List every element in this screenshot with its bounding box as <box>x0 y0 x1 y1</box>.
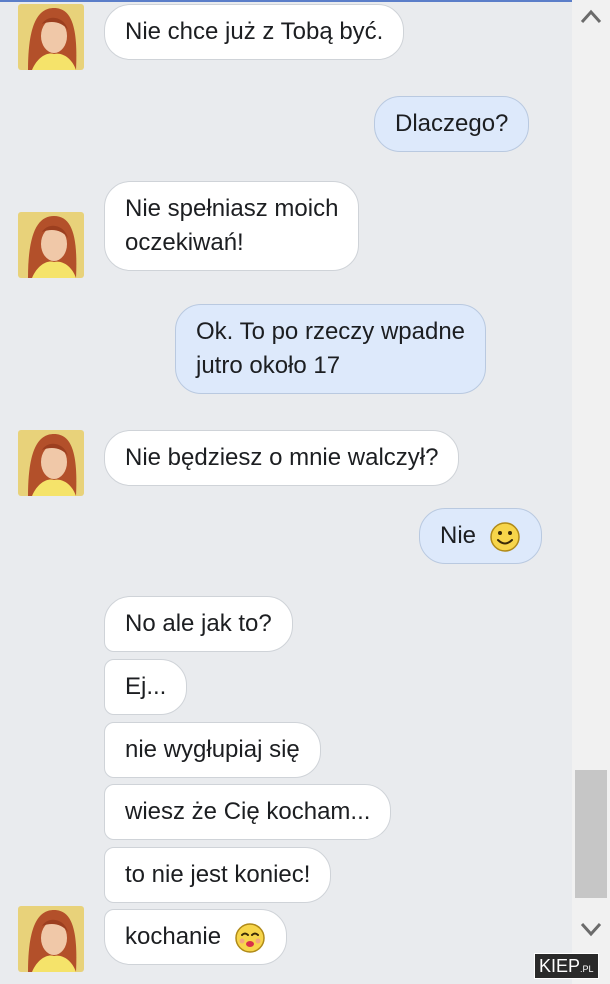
watermark-text: KIEP <box>539 956 581 976</box>
incoming-message: No ale jak to? <box>104 596 293 652</box>
message-text: Nie będziesz o mnie walczył? <box>125 444 439 471</box>
incoming-message: wiesz że Cię kocham... <box>104 784 392 840</box>
chat-thread[interactable]: Nie chce już z Tobą być. Dlaczego? Nie s… <box>0 0 572 984</box>
message-text: No ale jak to? <box>125 610 272 637</box>
contact-avatar[interactable] <box>18 906 84 972</box>
avatar-photo <box>18 4 84 70</box>
incoming-message: Nie będziesz o mnie walczył? <box>104 430 460 486</box>
message-line: jutro około 17 <box>196 352 341 379</box>
message-line: oczekiwań! <box>125 229 244 256</box>
message-text: Ej... <box>125 673 167 700</box>
avatar-photo <box>18 212 84 278</box>
scrollbar-thumb[interactable] <box>575 770 607 898</box>
incoming-message: Ej... <box>104 659 188 715</box>
incoming-message: Nie spełniasz moich oczekiwań! <box>104 181 360 271</box>
outgoing-message: Nie <box>419 508 542 564</box>
message-text: kochanie <box>125 923 222 950</box>
incoming-message: nie wygłupiaj się <box>104 722 321 778</box>
outgoing-message: Dlaczego? <box>374 96 530 152</box>
smiley-icon <box>489 521 520 552</box>
kiss-icon <box>235 922 265 953</box>
incoming-message: to nie jest koniec! <box>104 847 332 903</box>
message-text: to nie jest koniec! <box>125 861 311 888</box>
scrollbar[interactable] <box>572 0 610 984</box>
message-line: Ok. To po rzeczy wpadne <box>196 318 466 345</box>
message-text: Dlaczego? <box>395 110 509 137</box>
contact-avatar[interactable] <box>18 212 84 278</box>
message-text: Nie <box>440 522 477 549</box>
message-text: Nie chce już z Tobą być. <box>125 18 384 45</box>
scroll-down-icon[interactable] <box>580 920 602 938</box>
message-line: Nie spełniasz moich <box>125 195 339 222</box>
watermark-logo: KIEP.PL <box>534 953 599 979</box>
avatar-photo <box>18 906 84 972</box>
avatar-photo <box>18 430 84 496</box>
watermark-suffix: .PL <box>580 964 594 974</box>
incoming-message: kochanie <box>104 909 287 965</box>
contact-avatar[interactable] <box>18 430 84 496</box>
incoming-message: Nie chce już z Tobą być. <box>104 4 405 60</box>
message-text: wiesz że Cię kocham... <box>125 798 371 825</box>
scroll-up-icon[interactable] <box>580 8 602 26</box>
message-text: nie wygłupiaj się <box>125 736 300 763</box>
outgoing-message: Ok. To po rzeczy wpadne jutro około 17 <box>175 304 487 394</box>
contact-avatar[interactable] <box>18 4 84 70</box>
